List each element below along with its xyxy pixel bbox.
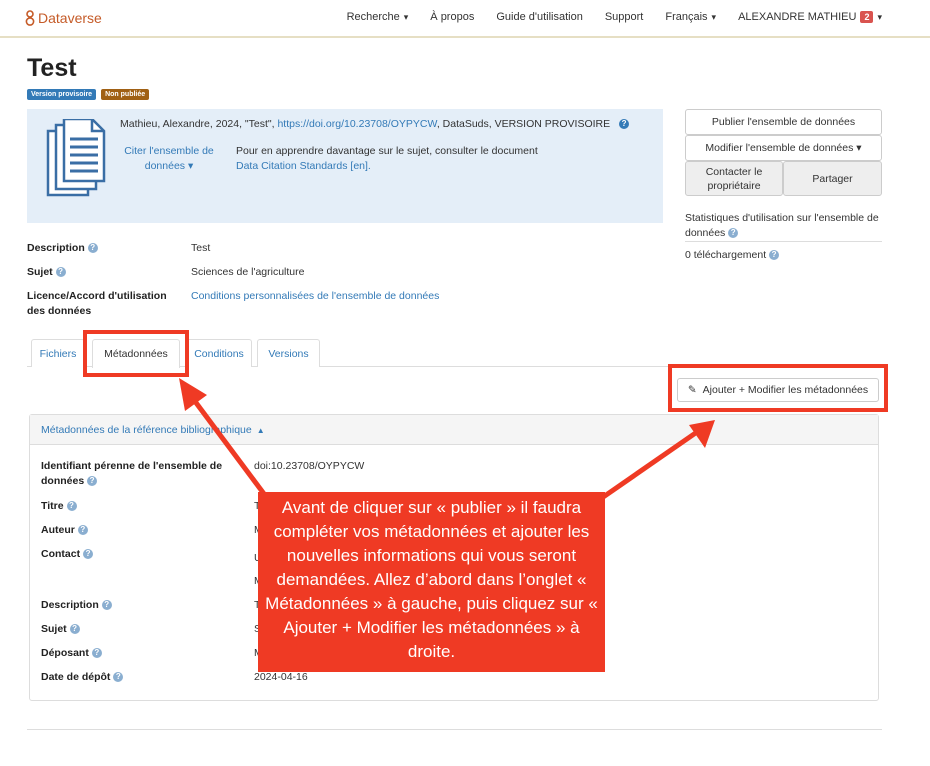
tab-files[interactable]: Fichiers	[31, 339, 85, 367]
label-text: Description	[41, 599, 99, 611]
field-label-description: Description ?	[41, 598, 112, 613]
download-count: 0 téléchargement ?	[685, 249, 780, 261]
citation-more-text: Pour en apprendre davantage sur le sujet…	[236, 145, 538, 157]
label-text: Date de dépôt	[41, 671, 111, 683]
help-icon[interactable]: ?	[769, 250, 780, 261]
help-icon[interactable]: ?	[619, 119, 630, 130]
field-label-title: Titre ?	[41, 499, 77, 514]
label-text: Titre	[41, 500, 64, 512]
label-text: Sujet	[41, 623, 67, 635]
field-label-pid: Identifiant pérenne de l'ensemble de don…	[41, 459, 241, 489]
chevron-down-icon: ▾	[856, 142, 862, 154]
citation-suffix: , DataSuds, VERSION PROVISOIRE	[436, 118, 611, 130]
nav-support[interactable]: Support	[605, 11, 644, 23]
help-icon[interactable]: ?	[113, 672, 124, 683]
label-text: Contact	[41, 548, 81, 560]
usage-stats-title: Statistiques d'utilisation sur l'ensembl…	[685, 212, 879, 239]
doi-link[interactable]: https://doi.org/10.23708/OYPYCW	[277, 118, 436, 130]
citation-more-info: Pour en apprendre davantage sur le sujet…	[236, 144, 538, 174]
notification-badge: 2	[860, 11, 874, 23]
citation-standards-link[interactable]: Data Citation Standards [en].	[236, 159, 538, 174]
label-text: Sujet	[27, 266, 53, 278]
edit-dataset-button[interactable]: Modifier l'ensemble de données ▾	[685, 135, 882, 161]
chevron-up-icon	[252, 424, 265, 436]
help-icon[interactable]: ?	[66, 501, 77, 512]
help-icon[interactable]: ?	[69, 624, 80, 635]
nav-a-propos[interactable]: À propos	[430, 11, 474, 23]
top-navbar: Dataverse Recherche À propos Guide d'uti…	[0, 0, 930, 38]
chevron-down-icon: ▾	[187, 160, 194, 172]
field-label-deposit-date: Date de dépôt ?	[41, 670, 124, 685]
summary-value-description: Test	[191, 242, 211, 254]
share-button[interactable]: Partager	[783, 161, 882, 196]
help-icon[interactable]: ?	[77, 525, 88, 536]
help-icon[interactable]: ?	[728, 228, 739, 239]
footer-divider	[27, 729, 882, 730]
unpublished-label: Non publiée	[101, 89, 150, 100]
highlight-box-edit-button	[668, 364, 888, 412]
label-text: Description	[27, 242, 85, 254]
label-text: Identifiant pérenne de l'ensemble de don…	[41, 460, 223, 487]
citation-text: Mathieu, Alexandre, 2024, "Test", https:…	[120, 118, 630, 130]
publish-dataset-button[interactable]: Publier l'ensemble de données	[685, 109, 882, 135]
contact-label: Contacter le propriétaire	[705, 165, 763, 192]
summary-value-subject: Sciences de l'agriculture	[191, 266, 305, 278]
brand-name: Dataverse	[38, 10, 102, 26]
help-icon[interactable]: ?	[55, 267, 66, 278]
document-icon	[46, 119, 106, 197]
usage-stats: Statistiques d'utilisation sur l'ensembl…	[685, 211, 885, 241]
user-name: ALEXANDRE MATHIEU	[738, 11, 857, 23]
tab-versions[interactable]: Versions	[257, 339, 320, 367]
publish-label: Publier l'ensemble de données	[711, 116, 856, 128]
summary-value-license[interactable]: Conditions personnalisées de l'ensemble …	[191, 289, 439, 304]
summary-label-description: Description ?	[27, 241, 98, 256]
panel-title: Métadonnées de la référence bibliographi…	[41, 424, 252, 436]
brand-logo[interactable]: Dataverse	[25, 10, 102, 26]
nav-recherche[interactable]: Recherche	[347, 11, 409, 23]
page-title: Test	[27, 54, 77, 82]
summary-label-license: Licence/Accord d'utilisation des données	[27, 290, 167, 317]
label-text: Déposant	[41, 647, 89, 659]
download-count-text: 0 téléchargement	[685, 249, 767, 261]
nav-guide[interactable]: Guide d'utilisation	[496, 11, 583, 23]
help-icon[interactable]: ?	[83, 549, 94, 560]
nav-user-menu[interactable]: ALEXANDRE MATHIEU 2	[738, 11, 882, 23]
field-label-contact: Contact ?	[41, 547, 94, 562]
field-value-deposit-date: 2024-04-16	[254, 671, 308, 683]
help-icon[interactable]: ?	[91, 648, 102, 659]
cite-dataset-button[interactable]: Citer l'ensemble de données ▾	[121, 144, 217, 174]
help-icon[interactable]: ?	[101, 600, 112, 611]
summary-label-subject: Sujet ?	[27, 265, 66, 280]
divider	[685, 241, 882, 242]
nav-language[interactable]: Français	[665, 11, 716, 23]
help-icon[interactable]: ?	[87, 476, 98, 487]
citation-box: Mathieu, Alexandre, 2024, "Test", https:…	[27, 109, 663, 223]
citation-authors: Mathieu, Alexandre, 2024, "Test",	[120, 118, 278, 130]
help-icon[interactable]: ?	[87, 243, 98, 254]
highlight-box-metadata-tab	[83, 330, 189, 377]
edit-label: Modifier l'ensemble de données	[705, 142, 854, 154]
share-label: Partager	[812, 172, 853, 185]
cite-dataset-label: Citer l'ensemble de données	[124, 145, 214, 172]
label-text: Auteur	[41, 524, 75, 536]
field-label-subject: Sujet ?	[41, 622, 80, 637]
contact-owner-button[interactable]: Contacter le propriétaire	[685, 161, 783, 196]
dataverse-logo-icon	[25, 10, 35, 26]
tab-terms[interactable]: Conditions	[186, 339, 252, 367]
instruction-callout: Avant de cliquer sur « publier » il faud…	[258, 492, 605, 672]
panel-header[interactable]: Métadonnées de la référence bibliographi…	[30, 415, 878, 445]
field-label-author: Auteur ?	[41, 523, 88, 538]
field-value-pid: doi:10.23708/OYPYCW	[254, 460, 365, 472]
field-label-depositor: Déposant ?	[41, 646, 102, 661]
draft-version-label: Version provisoire	[27, 89, 97, 100]
